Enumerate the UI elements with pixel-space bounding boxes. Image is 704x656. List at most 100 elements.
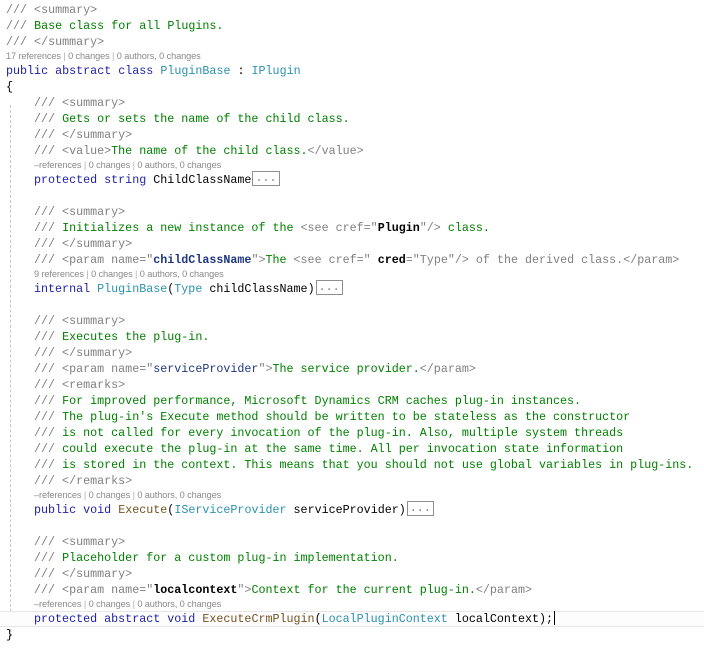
code-line[interactable]: /// </summary> [0, 236, 704, 252]
code-line[interactable]: /// Executes the plug-in. [0, 329, 704, 345]
punctuation: ) [398, 503, 406, 517]
keyword: protected [34, 173, 98, 187]
code-line[interactable]: } [0, 627, 704, 643]
method-name[interactable]: Execute [118, 503, 167, 517]
codelens-changes[interactable]: 0 changes [91, 269, 133, 279]
codelens-authors[interactable]: 0 authors, 0 changes [137, 490, 221, 500]
code-line[interactable]: /// <summary> [0, 2, 704, 18]
codelens: –references | 0 changes | 0 authors, 0 c… [0, 489, 704, 502]
doc-comment-prefix: /// [6, 19, 35, 33]
blank-line[interactable] [0, 518, 704, 534]
code-line[interactable]: /// is not called for every invocation o… [0, 425, 704, 441]
codelens-changes[interactable]: 0 changes [89, 599, 131, 609]
doc-comment-text: The service provider. [272, 362, 420, 376]
code-line-constructor-declaration[interactable]: internal PluginBase(Type childClassName)… [0, 280, 704, 297]
code-line[interactable]: /// Base class for all Plugins. [0, 18, 704, 34]
text-caret [554, 610, 556, 625]
code-line[interactable]: /// For improved performance, Microsoft … [0, 393, 704, 409]
code-line[interactable]: /// is stored in the context. This means… [0, 457, 704, 473]
punctuation: ) [307, 282, 315, 296]
code-line[interactable]: /// Initializes a new instance of the <s… [0, 220, 704, 236]
xml-doc-tag: "/> [419, 221, 441, 235]
codelens-references[interactable]: –references [34, 160, 82, 170]
doc-comment-prefix: /// [34, 458, 63, 472]
param-name: serviceProvider [153, 362, 259, 376]
keyword: abstract [55, 64, 112, 78]
constructor-name[interactable]: PluginBase [97, 282, 167, 296]
code-line[interactable]: /// The plug-in's Execute method should … [0, 409, 704, 425]
code-line[interactable]: /// <value>The name of the child class.<… [0, 143, 704, 159]
code-line-method-declaration[interactable]: public void Execute(IServiceProvider ser… [0, 501, 704, 518]
code-line[interactable]: /// <summary> [0, 204, 704, 220]
class-name[interactable]: PluginBase [160, 64, 230, 78]
base-interface-name[interactable]: IPlugin [252, 64, 301, 78]
codelens-authors[interactable]: 0 authors, 0 changes [137, 599, 221, 609]
doc-comment-text: The name of the child class. [111, 144, 308, 158]
punctuation: ( [314, 612, 322, 626]
collapsed-region-button[interactable]: ... [315, 280, 343, 296]
code-line[interactable]: /// could execute the plug-in at the sam… [0, 441, 704, 457]
collapsed-region-button[interactable]: ... [252, 171, 280, 187]
code-line-current-abstract-method[interactable]: protected abstract void ExecuteCrmPlugin… [0, 610, 704, 627]
doc-comment-text: could execute the plug-in at the same ti… [62, 442, 624, 456]
doc-comment-prefix: /// [34, 551, 63, 565]
codelens-changes[interactable]: 0 changes [89, 160, 131, 170]
blank-line[interactable] [0, 188, 704, 204]
cref-reference[interactable]: Plugin [378, 221, 420, 235]
xml-doc-tag: /// <param name=" [34, 583, 154, 597]
code-line[interactable]: /// <remarks> [0, 377, 704, 393]
code-line[interactable]: /// </summary> [0, 127, 704, 143]
type-name[interactable]: Type [174, 282, 202, 296]
codelens-authors[interactable]: 0 authors, 0 changes [117, 51, 201, 61]
code-editor[interactable]: /// <summary> /// Base class for all Plu… [0, 2, 704, 656]
doc-comment-text: The [265, 253, 294, 267]
code-line[interactable]: /// <summary> [0, 95, 704, 111]
doc-comment-prefix: /// [34, 330, 63, 344]
collapsed-region-button[interactable]: ... [406, 501, 434, 517]
type-name[interactable]: LocalPluginContext [322, 612, 448, 626]
code-line[interactable]: /// <param name="serviceProvider">The se… [0, 361, 704, 377]
code-line-class-declaration[interactable]: public abstract class PluginBase : IPlug… [0, 63, 704, 79]
codelens-separator: | [81, 490, 89, 500]
codelens-authors[interactable]: 0 authors, 0 changes [137, 160, 221, 170]
xml-doc-tag: /// <value> [34, 144, 112, 158]
codelens-separator: | [132, 269, 140, 279]
codelens-authors[interactable]: 0 authors, 0 changes [140, 269, 224, 279]
code-line[interactable]: /// </remarks> [0, 473, 704, 489]
xml-doc-tag: </param> [419, 362, 476, 376]
code-line[interactable]: /// </summary> [0, 566, 704, 582]
codelens-references[interactable]: 9 references [34, 269, 84, 279]
code-line[interactable]: /// <param name="childClassName">The <se… [0, 252, 704, 268]
xml-doc-tag: /// <summary> [34, 96, 126, 110]
doc-comment-prefix: /// [34, 112, 63, 126]
type-name[interactable]: IServiceProvider [174, 503, 286, 517]
code-line[interactable]: /// </summary> [0, 34, 704, 50]
code-line[interactable]: /// Gets or sets the name of the child c… [0, 111, 704, 127]
codelens-separator: | [81, 160, 89, 170]
keyword: void [167, 612, 196, 626]
xml-doc-tag: "> [251, 253, 266, 267]
codelens-changes[interactable]: 0 changes [68, 51, 110, 61]
xml-doc-tag: /// </summary> [34, 346, 133, 360]
codelens-changes[interactable]: 0 changes [89, 490, 131, 500]
codelens-references[interactable]: –references [34, 599, 82, 609]
xml-doc-tag: /// </summary> [34, 567, 133, 581]
code-line[interactable]: /// <param name="localcontext">Context f… [0, 582, 704, 598]
codelens-references[interactable]: 17 references [6, 51, 61, 61]
method-name[interactable]: ExecuteCrmPlugin [202, 612, 314, 626]
code-line-property-declaration[interactable]: protected string ChildClassName... [0, 171, 704, 188]
code-line[interactable]: /// <summary> [0, 313, 704, 329]
doc-comment-text: Executes the plug-in. [62, 330, 210, 344]
doc-comment-text: Initializes a new instance of the [62, 221, 301, 235]
doc-comment-text: The plug-in's Execute method should be w… [62, 410, 631, 424]
punctuation: : [230, 64, 252, 78]
property-name[interactable]: ChildClassName [153, 173, 251, 187]
blank-line[interactable] [0, 297, 704, 313]
codelens: 9 references | 0 changes | 0 authors, 0 … [0, 268, 704, 281]
code-line[interactable]: /// </summary> [0, 345, 704, 361]
parameter-name: localContext [447, 612, 540, 626]
code-line[interactable]: /// <summary> [0, 534, 704, 550]
codelens-references[interactable]: –references [34, 490, 82, 500]
code-line[interactable]: { [0, 79, 704, 95]
code-line[interactable]: /// Placeholder for a custom plug-in imp… [0, 550, 704, 566]
